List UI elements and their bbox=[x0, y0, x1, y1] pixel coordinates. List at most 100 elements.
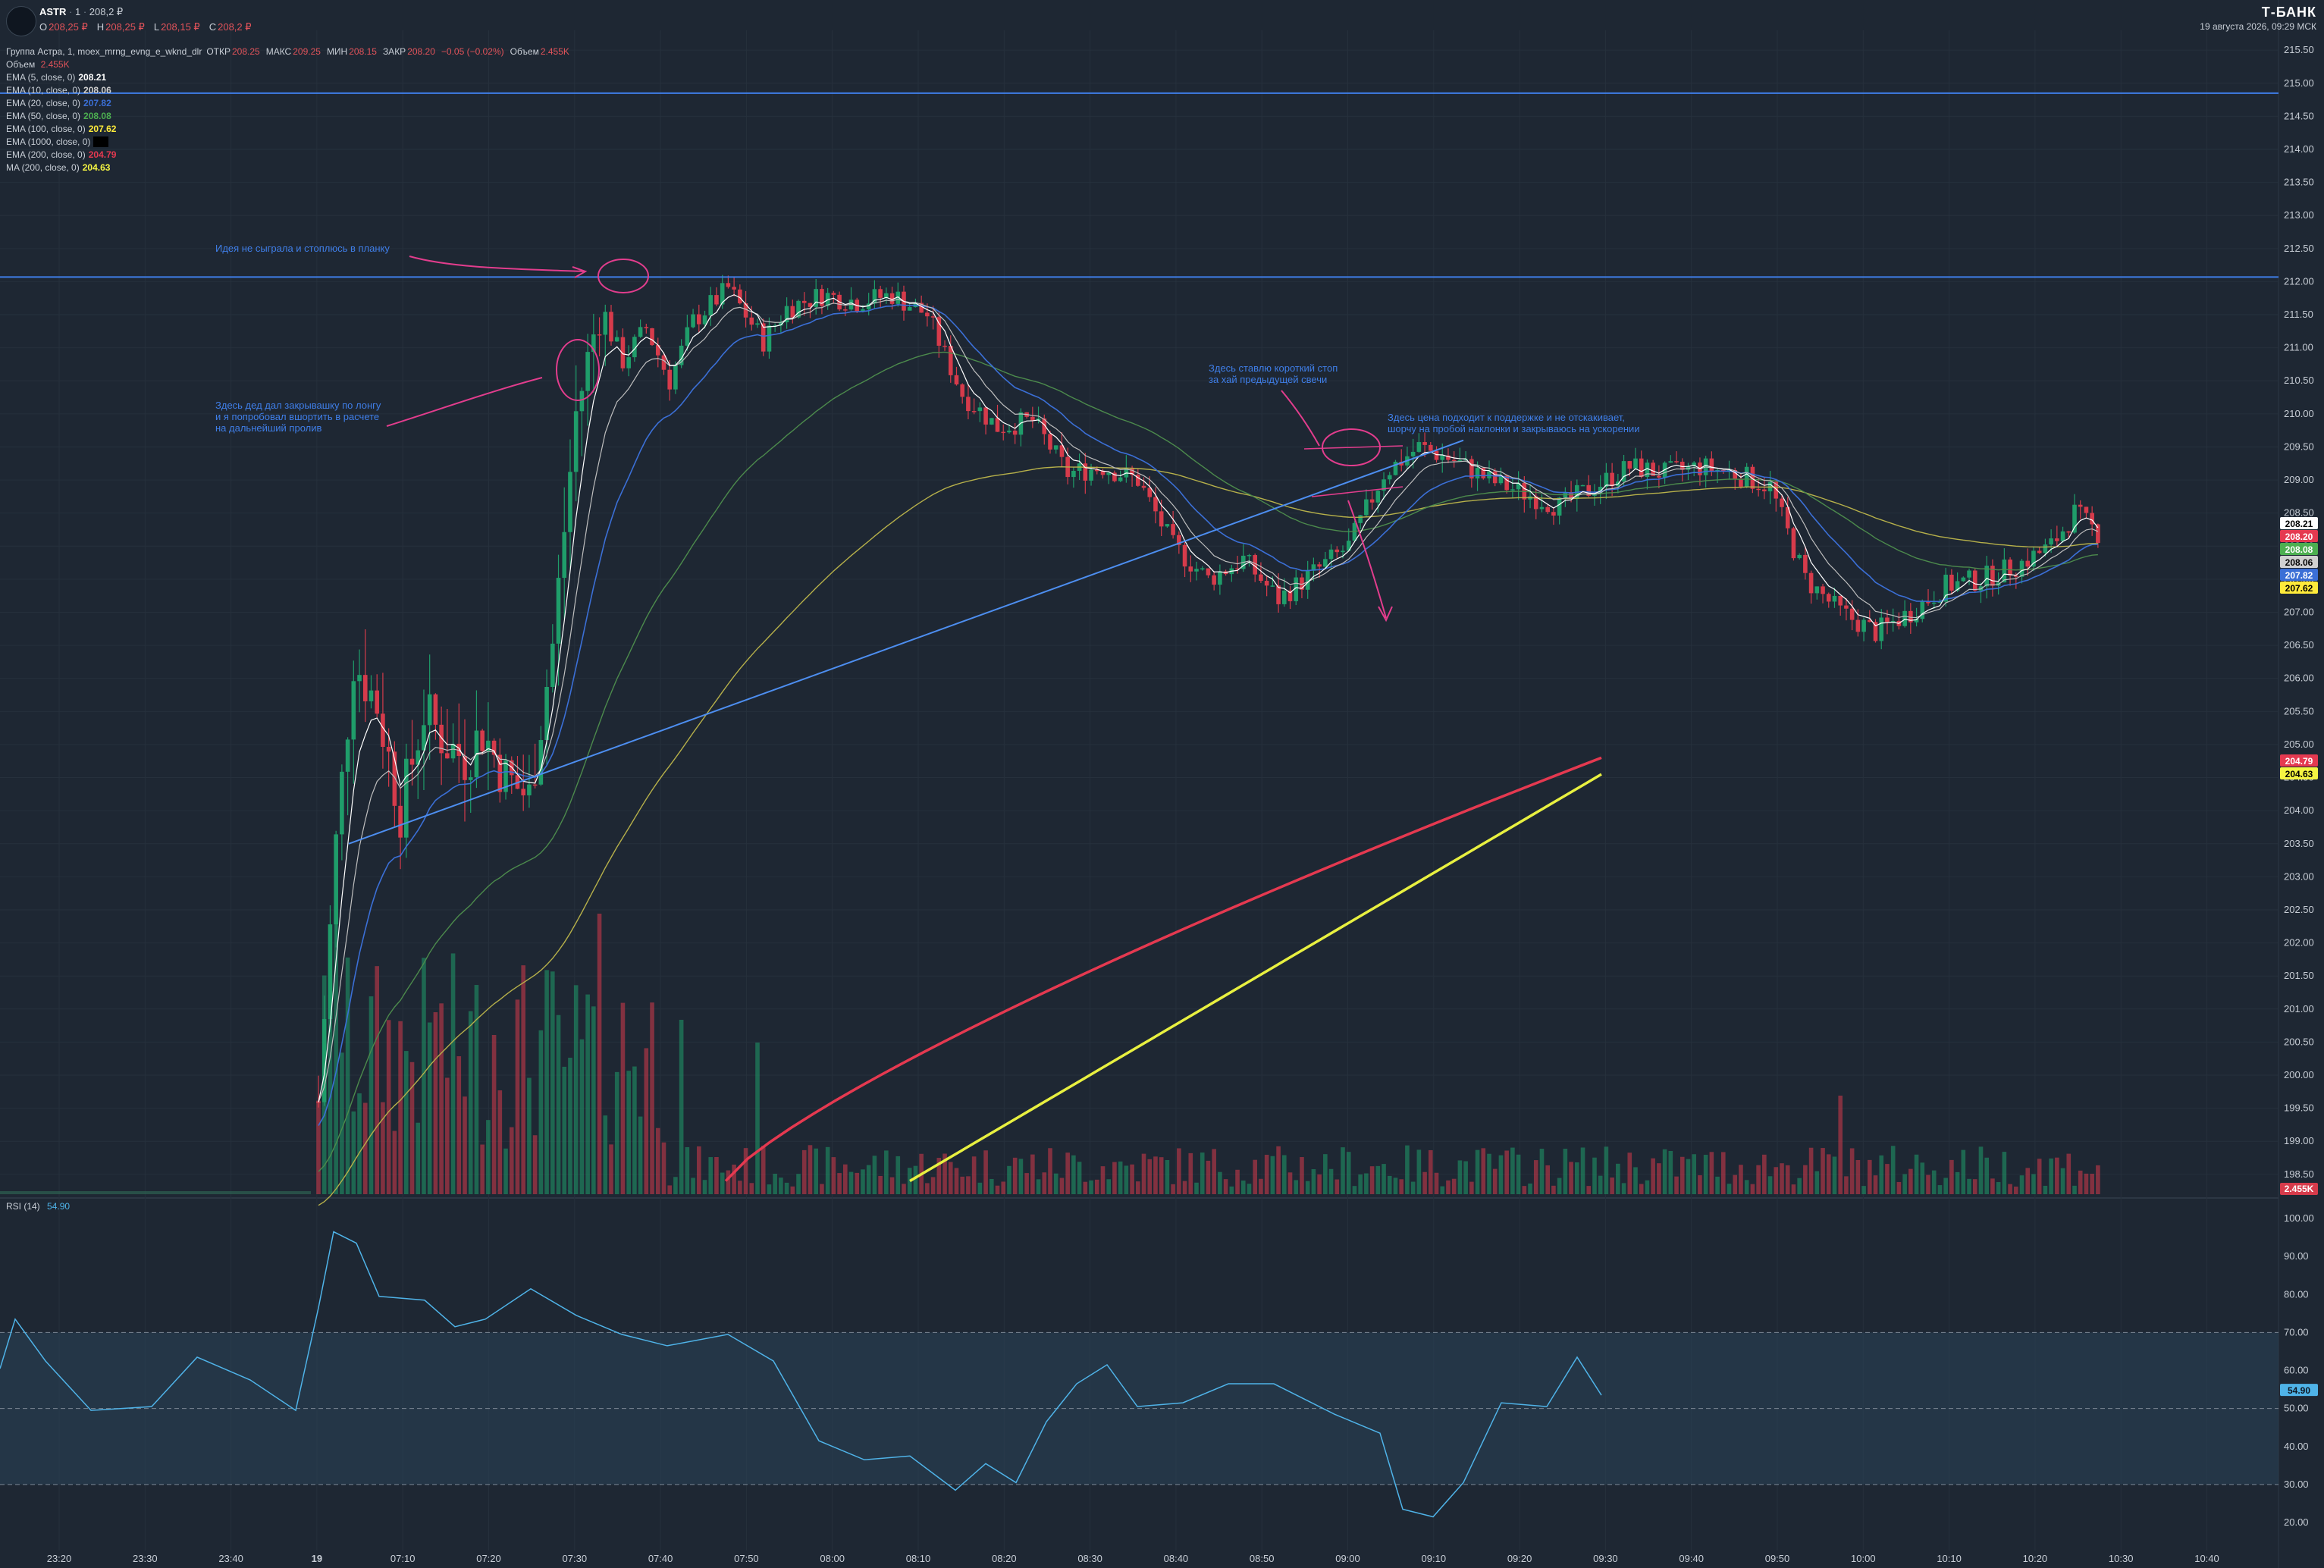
volume-bar bbox=[556, 1014, 561, 1194]
x-tick-label: 08:10 bbox=[906, 1553, 931, 1564]
volume-bar bbox=[392, 1131, 397, 1194]
indicator-legend-item[interactable]: EMA (1000, close, 0) bbox=[6, 136, 576, 149]
candle-body bbox=[661, 355, 666, 370]
y-tick-label: 199.50 bbox=[2284, 1102, 2314, 1114]
candle-body bbox=[386, 747, 391, 752]
volume-bar bbox=[1739, 1165, 1743, 1194]
candle-body bbox=[685, 327, 690, 346]
volume-bar bbox=[609, 1144, 613, 1194]
volume-bar bbox=[1902, 1174, 1907, 1194]
indicator-label: EMA (50, close, 0) bbox=[6, 111, 81, 121]
volume-bar bbox=[1059, 1178, 1065, 1194]
volume-bar bbox=[2014, 1186, 2018, 1194]
x-tick-label: 08:00 bbox=[820, 1553, 845, 1564]
candle-body bbox=[2002, 559, 2007, 583]
rsi-tick-label: 60.00 bbox=[2284, 1365, 2309, 1376]
stat-value: 209.25 bbox=[293, 46, 321, 57]
indicator-label: EMA (200, close, 0) bbox=[6, 149, 86, 160]
volume-bar bbox=[1498, 1155, 1504, 1194]
price-tag-label: 204.63 bbox=[2285, 769, 2313, 779]
volume-legend[interactable]: Объем 2.455K bbox=[6, 58, 576, 71]
volume-bar bbox=[679, 1020, 684, 1194]
volume-tag-label: 2.455K bbox=[2285, 1184, 2314, 1194]
symbol-name[interactable]: ASTR bbox=[39, 6, 66, 17]
volume-bar bbox=[2090, 1174, 2094, 1194]
indicator-value: 207.82 bbox=[83, 98, 111, 108]
candle-body bbox=[1071, 471, 1076, 478]
group-line[interactable]: Группа Астра, 1, moex_mrng_evng_e_wknd_d… bbox=[6, 45, 576, 58]
volume-bar bbox=[691, 1178, 695, 1194]
volume-bar bbox=[889, 1177, 895, 1194]
candle-body bbox=[1451, 459, 1457, 462]
volume-bar bbox=[1861, 1186, 1866, 1194]
volume-bar bbox=[1774, 1167, 1779, 1194]
volume-bar bbox=[1715, 1176, 1720, 1194]
candle-body bbox=[1206, 568, 1211, 575]
chart-canvas[interactable]: 23:20 23:30 23:40 19 07:10 07:20 07:30 07:40 07:… bbox=[0, 0, 2324, 1568]
volume-bar bbox=[1592, 1157, 1597, 1194]
volume-bar bbox=[1879, 1155, 1884, 1194]
volume-bar bbox=[1931, 1170, 1937, 1194]
volume-bar bbox=[1679, 1156, 1685, 1194]
candle-body bbox=[351, 681, 356, 740]
volume-bar bbox=[837, 1173, 842, 1194]
volume-bar bbox=[1791, 1184, 1796, 1194]
annotation-breakout-short: Здесь цена подходит к поддержке и не отс… bbox=[1388, 412, 1640, 434]
y-tick-label: 199.00 bbox=[2284, 1135, 2314, 1146]
candle-body bbox=[609, 312, 613, 342]
volume-bar bbox=[726, 1170, 731, 1194]
candle-body bbox=[1429, 444, 1433, 451]
volume-bar bbox=[814, 1148, 818, 1194]
y-tick-label: 203.00 bbox=[2284, 870, 2314, 882]
volume-bar bbox=[2002, 1152, 2007, 1194]
candle-body bbox=[1610, 472, 1614, 487]
volume-bar bbox=[808, 1145, 813, 1194]
indicator-label: EMA (10, close, 0) bbox=[6, 85, 81, 96]
indicator-legend-item[interactable]: EMA (100, close, 0) 207.62 bbox=[6, 123, 576, 136]
candle-body bbox=[1416, 442, 1422, 452]
candle-body bbox=[1341, 550, 1345, 553]
x-tick-label: 07:10 bbox=[390, 1553, 416, 1564]
ohlc-value-H: 208,25 ₽ bbox=[105, 21, 145, 33]
candle-body bbox=[1053, 445, 1059, 450]
volume-bar bbox=[1961, 1149, 1966, 1194]
indicator-value: 204.79 bbox=[88, 149, 117, 160]
candle-body bbox=[468, 777, 473, 780]
indicator-legend-item[interactable]: EMA (50, close, 0) 208.08 bbox=[6, 110, 576, 123]
indicator-legend-item[interactable]: EMA (20, close, 0) 207.82 bbox=[6, 97, 576, 110]
y-tick-label: 201.50 bbox=[2284, 970, 2314, 981]
candle-body bbox=[1276, 585, 1281, 604]
interval-label[interactable]: 1 bbox=[75, 6, 80, 17]
volume-bar bbox=[1077, 1162, 1082, 1194]
volume-bar bbox=[1814, 1171, 1820, 1194]
indicator-legend-item[interactable]: EMA (5, close, 0) 208.21 bbox=[6, 71, 576, 84]
candle-body bbox=[843, 309, 848, 311]
candle-body bbox=[1188, 566, 1193, 572]
symbol-row: ASTR · 1 · 208,2 ₽ bbox=[39, 6, 124, 17]
candle-body bbox=[532, 784, 538, 786]
volume-bar bbox=[1475, 1149, 1480, 1194]
volume-bar bbox=[422, 958, 426, 1194]
volume-bar bbox=[1744, 1180, 1749, 1194]
indicator-legend-item[interactable]: MA (200, close, 0) 204.63 bbox=[6, 162, 576, 174]
volume-bar bbox=[1522, 1186, 1527, 1194]
indicator-label: MA (200, close, 0) bbox=[6, 162, 80, 173]
indicator-value bbox=[93, 136, 109, 147]
volume-bar bbox=[386, 1020, 391, 1194]
rsi-legend[interactable]: RSI (14) 54.90 bbox=[6, 1201, 70, 1212]
candle-body bbox=[732, 287, 736, 290]
volume-bar bbox=[767, 1184, 772, 1194]
y-tick-label: 212.00 bbox=[2284, 275, 2314, 287]
ohlc-key-C: C bbox=[209, 21, 217, 33]
price-tag-label: 208.21 bbox=[2285, 519, 2313, 529]
volume-bar bbox=[1826, 1154, 1831, 1194]
candle-body bbox=[1797, 554, 1802, 559]
volume-bar bbox=[872, 1156, 877, 1194]
stat-key: МИН bbox=[326, 46, 348, 57]
indicator-legend-item[interactable]: EMA (10, close, 0) 208.06 bbox=[6, 84, 576, 97]
candle-body bbox=[480, 730, 485, 751]
indicator-legend-item[interactable]: EMA (200, close, 0) 204.79 bbox=[6, 149, 576, 162]
candle-body bbox=[702, 315, 707, 325]
volume-bar bbox=[1832, 1156, 1837, 1194]
candle-body bbox=[2037, 550, 2042, 554]
